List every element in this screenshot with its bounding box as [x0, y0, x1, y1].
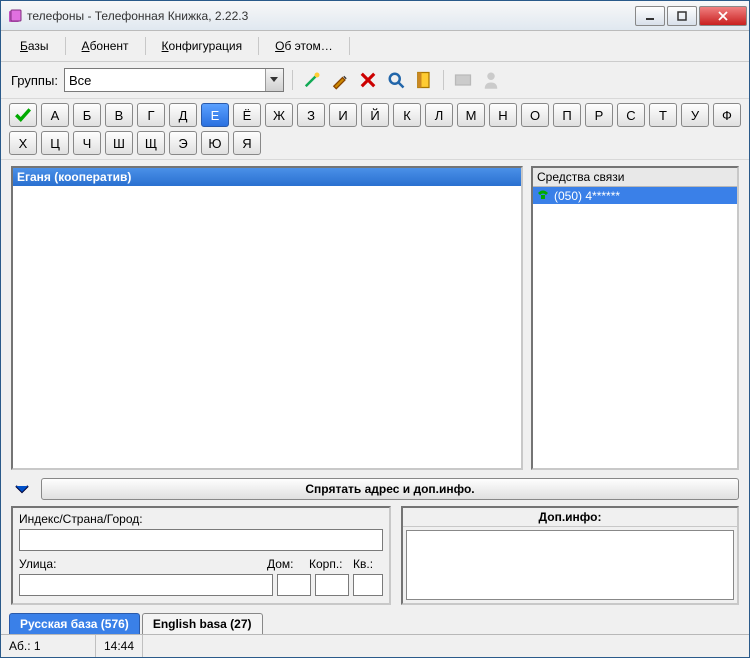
check-icon — [14, 106, 32, 124]
letter-Т-button[interactable]: Т — [649, 103, 677, 127]
menu-config[interactable]: Конфигурация — [151, 35, 254, 57]
letter-Ш-button[interactable]: Ш — [105, 131, 133, 155]
filter-check-button[interactable] — [9, 103, 37, 127]
letter-Щ-button[interactable]: Щ — [137, 131, 165, 155]
contact-entry[interactable]: Еганя (кооператив) — [13, 168, 521, 186]
main-area: Еганя (кооператив) Средства связи (050) … — [1, 160, 749, 476]
index-input[interactable] — [19, 529, 383, 551]
letter-Х-button[interactable]: Х — [9, 131, 37, 155]
tab-english-db[interactable]: English basa (27) — [142, 613, 263, 634]
contacts-panel[interactable]: Еганя (кооператив) — [11, 166, 523, 470]
dop-info-label: Доп.инфо: — [403, 508, 737, 527]
letter-Ф-button[interactable]: Ф — [713, 103, 741, 127]
phone-icon — [536, 188, 550, 203]
dop-info-textarea[interactable] — [406, 530, 734, 600]
search-icon[interactable] — [385, 69, 407, 91]
window-title: телефоны - Телефонная Книжка, 2.22.3 — [27, 9, 635, 23]
database-tabs: Русская база (576) English basa (27) — [1, 611, 749, 634]
chevron-down-icon — [270, 77, 278, 83]
letter-Д-button[interactable]: Д — [169, 103, 197, 127]
edit-icon[interactable] — [329, 69, 351, 91]
dop-info-panel: Доп.инфо: — [401, 506, 739, 605]
phone-number: (050) 4****** — [554, 189, 620, 203]
hide-address-button[interactable]: Спрятать адрес и доп.инфо. — [41, 478, 739, 500]
menu-separator — [65, 37, 66, 55]
delete-icon[interactable] — [357, 69, 379, 91]
kv-label: Кв.: — [353, 557, 383, 571]
titlebar: телефоны - Телефонная Книжка, 2.22.3 — [1, 1, 749, 31]
app-window: телефоны - Телефонная Книжка, 2.22.3 Баз… — [0, 0, 750, 658]
kv-input[interactable] — [353, 574, 383, 596]
close-button[interactable] — [699, 6, 747, 26]
comm-panel-title: Средства связи — [533, 168, 737, 187]
street-input[interactable] — [19, 574, 273, 596]
person-icon — [480, 69, 502, 91]
menu-abonent[interactable]: Абонент — [71, 35, 140, 57]
combo-dropdown-button[interactable] — [265, 69, 283, 91]
menu-about[interactable]: Об этом… — [264, 35, 344, 57]
toolbar-separator — [292, 70, 293, 90]
groups-label: Группы: — [11, 73, 58, 88]
address-left-panel: Индекс/Страна/Город: Улица: Дом: Корп.: … — [11, 506, 391, 605]
status-time: 14:44 — [96, 635, 143, 657]
letter-З-button[interactable]: З — [297, 103, 325, 127]
groups-toolbar: Группы: — [1, 62, 749, 99]
house-input[interactable] — [277, 574, 311, 596]
comm-panel: Средства связи (050) 4****** — [531, 166, 739, 470]
book-icon[interactable] — [413, 69, 435, 91]
letter-Ю-button[interactable]: Ю — [201, 131, 229, 155]
letter-Г-button[interactable]: Г — [137, 103, 165, 127]
korp-input[interactable] — [315, 574, 349, 596]
status-abonent: Аб.: 1 — [1, 635, 96, 657]
letter-У-button[interactable]: У — [681, 103, 709, 127]
letter-В-button[interactable]: В — [105, 103, 133, 127]
menubar: Базы Абонент Конфигурация Об этом… — [1, 31, 749, 62]
letter-Б-button[interactable]: Б — [73, 103, 101, 127]
letter-Ц-button[interactable]: Ц — [41, 131, 69, 155]
street-label: Улица: — [19, 557, 263, 571]
maximize-button[interactable] — [667, 6, 697, 26]
letter-Р-button[interactable]: Р — [585, 103, 613, 127]
letter-С-button[interactable]: С — [617, 103, 645, 127]
letter-Е-button[interactable]: Е — [201, 103, 229, 127]
groups-input[interactable] — [65, 69, 265, 91]
minimize-button[interactable] — [635, 6, 665, 26]
korp-label: Корп.: — [309, 557, 349, 571]
tab-russian-db[interactable]: Русская база (576) — [9, 613, 140, 634]
toolbar-icons — [301, 69, 502, 91]
groups-combo[interactable] — [64, 68, 284, 92]
letter-Э-button[interactable]: Э — [169, 131, 197, 155]
index-label: Индекс/Страна/Город: — [19, 512, 143, 526]
letter-О-button[interactable]: О — [521, 103, 549, 127]
collapse-icon[interactable] — [11, 480, 33, 498]
letter-К-button[interactable]: К — [393, 103, 421, 127]
card-icon — [452, 69, 474, 91]
letter-Ж-button[interactable]: Ж — [265, 103, 293, 127]
hide-bar: Спрятать адрес и доп.инфо. — [1, 476, 749, 504]
phone-entry[interactable]: (050) 4****** — [533, 187, 737, 204]
menu-separator — [145, 37, 146, 55]
letter-Л-button[interactable]: Л — [425, 103, 453, 127]
letter-Н-button[interactable]: Н — [489, 103, 517, 127]
app-icon — [7, 8, 23, 24]
letter-И-button[interactable]: И — [329, 103, 357, 127]
letter-П-button[interactable]: П — [553, 103, 581, 127]
letter-М-button[interactable]: М — [457, 103, 485, 127]
statusbar: Аб.: 1 14:44 — [1, 634, 749, 657]
menu-bases[interactable]: Базы — [9, 35, 60, 57]
letter-Й-button[interactable]: Й — [361, 103, 389, 127]
letter-Ё-button[interactable]: Ё — [233, 103, 261, 127]
menu-separator — [258, 37, 259, 55]
wand-icon[interactable] — [301, 69, 323, 91]
letter-А-button[interactable]: А — [41, 103, 69, 127]
toolbar-separator — [443, 70, 444, 90]
letter-Ч-button[interactable]: Ч — [73, 131, 101, 155]
house-label: Дом: — [267, 557, 305, 571]
address-area: Индекс/Страна/Город: Улица: Дом: Корп.: … — [1, 504, 749, 611]
menu-separator — [349, 37, 350, 55]
alphabet-bar: АБВГДЕЁЖЗИЙКЛМНОПРСТУФ ХЦЧШЩЭЮЯ — [1, 99, 749, 160]
letter-Я-button[interactable]: Я — [233, 131, 261, 155]
